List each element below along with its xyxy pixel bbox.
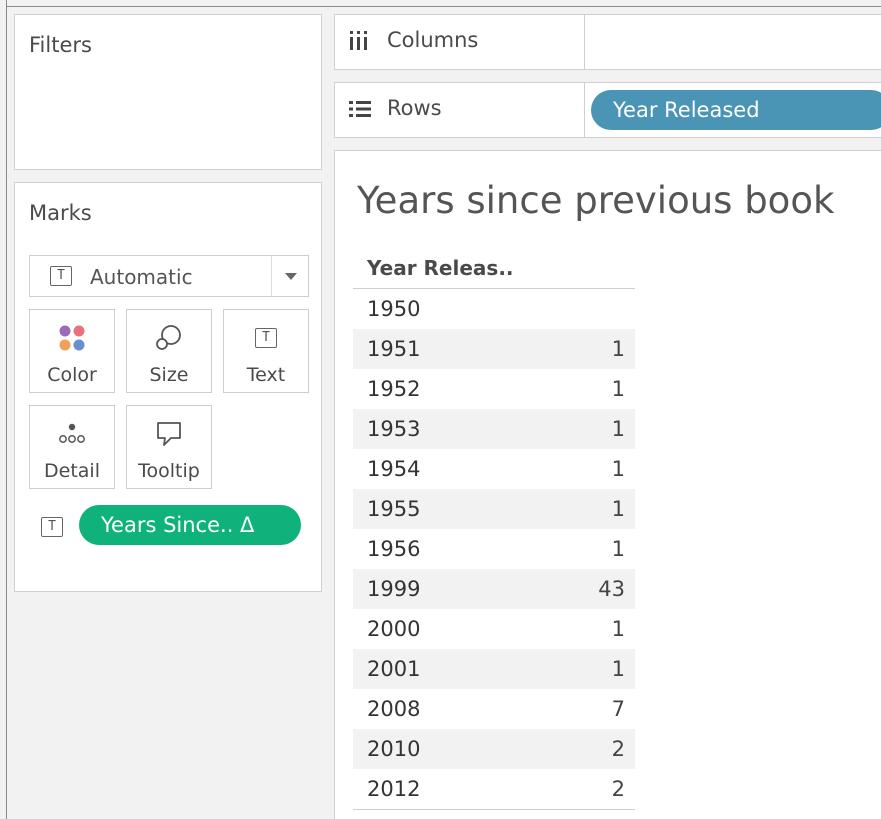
- tooltip-button[interactable]: Tooltip: [126, 405, 212, 489]
- table-row[interactable]: 1999 43: [353, 569, 635, 609]
- year-released-header: Year Releas..: [367, 256, 514, 280]
- color-label: Color: [47, 364, 97, 386]
- table-header[interactable]: Year Releas..: [353, 247, 635, 289]
- columns-icon: [347, 29, 371, 57]
- text-table: Year Releas.. 1950 1951 1 1952 1 1953 1 1954 1 19…: [353, 247, 635, 810]
- table-row[interactable]: 2012 2: [353, 769, 635, 809]
- table-row[interactable]: 2010 2: [353, 729, 635, 769]
- frame-edge: [6, 0, 7, 819]
- color-button[interactable]: Color: [29, 309, 115, 393]
- frame-edge: [6, 6, 881, 7]
- years-since-cell: 1: [611, 497, 625, 521]
- workspace: Filters Marks T Automatic Color Size T T…: [0, 0, 881, 819]
- year-cell: 2000: [367, 617, 421, 641]
- year-released-pill[interactable]: Year Released: [591, 90, 881, 130]
- rows-shelf[interactable]: Rows Year Released: [334, 82, 881, 138]
- size-icon: [127, 322, 211, 354]
- year-cell: 1953: [367, 417, 421, 441]
- table-row[interactable]: 1953 1: [353, 409, 635, 449]
- columns-shelf[interactable]: Columns: [334, 14, 881, 70]
- rows-label: Rows: [387, 96, 442, 120]
- table-row[interactable]: 2008 7: [353, 689, 635, 729]
- years-since-pill[interactable]: Years Since.. Δ: [79, 505, 301, 545]
- tooltip-icon: [127, 418, 211, 450]
- years-since-cell: 1: [611, 417, 625, 441]
- columns-label: Columns: [387, 28, 479, 52]
- year-cell: 1999: [367, 577, 421, 601]
- color-icon: [30, 322, 114, 354]
- text-icon: T: [224, 322, 308, 354]
- table-row[interactable]: 2001 1: [353, 649, 635, 689]
- viz-canvas: Years since previous book Year Releas.. …: [334, 150, 881, 819]
- marks-card: Marks T Automatic Color Size T Text Deta…: [14, 182, 322, 592]
- years-since-cell: 2: [611, 737, 625, 761]
- text-label: Text: [246, 364, 286, 386]
- table-row[interactable]: 1952 1: [353, 369, 635, 409]
- table-row[interactable]: 1950: [353, 289, 635, 329]
- year-cell: 2012: [367, 777, 421, 801]
- years-since-cell: 1: [611, 377, 625, 401]
- table-row[interactable]: 1955 1: [353, 489, 635, 529]
- year-cell: 1956: [367, 537, 421, 561]
- year-cell: 1955: [367, 497, 421, 521]
- detail-button[interactable]: Detail: [29, 405, 115, 489]
- years-since-cell: 7: [611, 697, 625, 721]
- years-since-cell: 43: [598, 577, 625, 601]
- columns-shelf-header: Columns: [335, 15, 585, 69]
- rows-icon: [347, 97, 373, 125]
- marks-title: Marks: [29, 201, 92, 225]
- years-since-cell: 1: [611, 537, 625, 561]
- filters-title: Filters: [29, 33, 92, 57]
- years-since-cell: 1: [611, 337, 625, 361]
- years-since-cell: 1: [611, 657, 625, 681]
- table-row[interactable]: 1954 1: [353, 449, 635, 489]
- text-mark-icon[interactable]: T: [41, 517, 63, 537]
- detail-label: Detail: [44, 460, 100, 482]
- size-label: Size: [149, 364, 189, 386]
- tooltip-label: Tooltip: [138, 460, 200, 482]
- year-cell: 2010: [367, 737, 421, 761]
- text-button[interactable]: T Text: [223, 309, 309, 393]
- table-body: 1950 1951 1 1952 1 1953 1 1954 1 1955 1 1956 1 1999 43…: [353, 289, 635, 809]
- table-row[interactable]: 1951 1: [353, 329, 635, 369]
- year-cell: 1952: [367, 377, 421, 401]
- year-cell: 1950: [367, 297, 421, 321]
- text-mark-icon: T: [50, 266, 72, 286]
- year-cell: 1951: [367, 337, 421, 361]
- size-button[interactable]: Size: [126, 309, 212, 393]
- year-cell: 1954: [367, 457, 421, 481]
- table-bottom-border: [353, 809, 635, 810]
- mark-type-dropdown[interactable]: T Automatic: [29, 255, 309, 297]
- chevron-down-icon[interactable]: [285, 273, 297, 280]
- rows-shelf-header: Rows: [335, 83, 585, 137]
- table-row[interactable]: 1956 1: [353, 529, 635, 569]
- years-since-cell: 1: [611, 457, 625, 481]
- filters-card[interactable]: Filters: [14, 14, 322, 170]
- years-since-cell: 2: [611, 777, 625, 801]
- detail-icon: [30, 418, 114, 450]
- year-cell: 2008: [367, 697, 421, 721]
- viz-title[interactable]: Years since previous book: [357, 179, 834, 222]
- year-cell: 2001: [367, 657, 421, 681]
- years-since-cell: 1: [611, 617, 625, 641]
- table-row[interactable]: 2000 1: [353, 609, 635, 649]
- mark-type-label: Automatic: [90, 265, 193, 289]
- dropdown-divider: [271, 256, 272, 296]
